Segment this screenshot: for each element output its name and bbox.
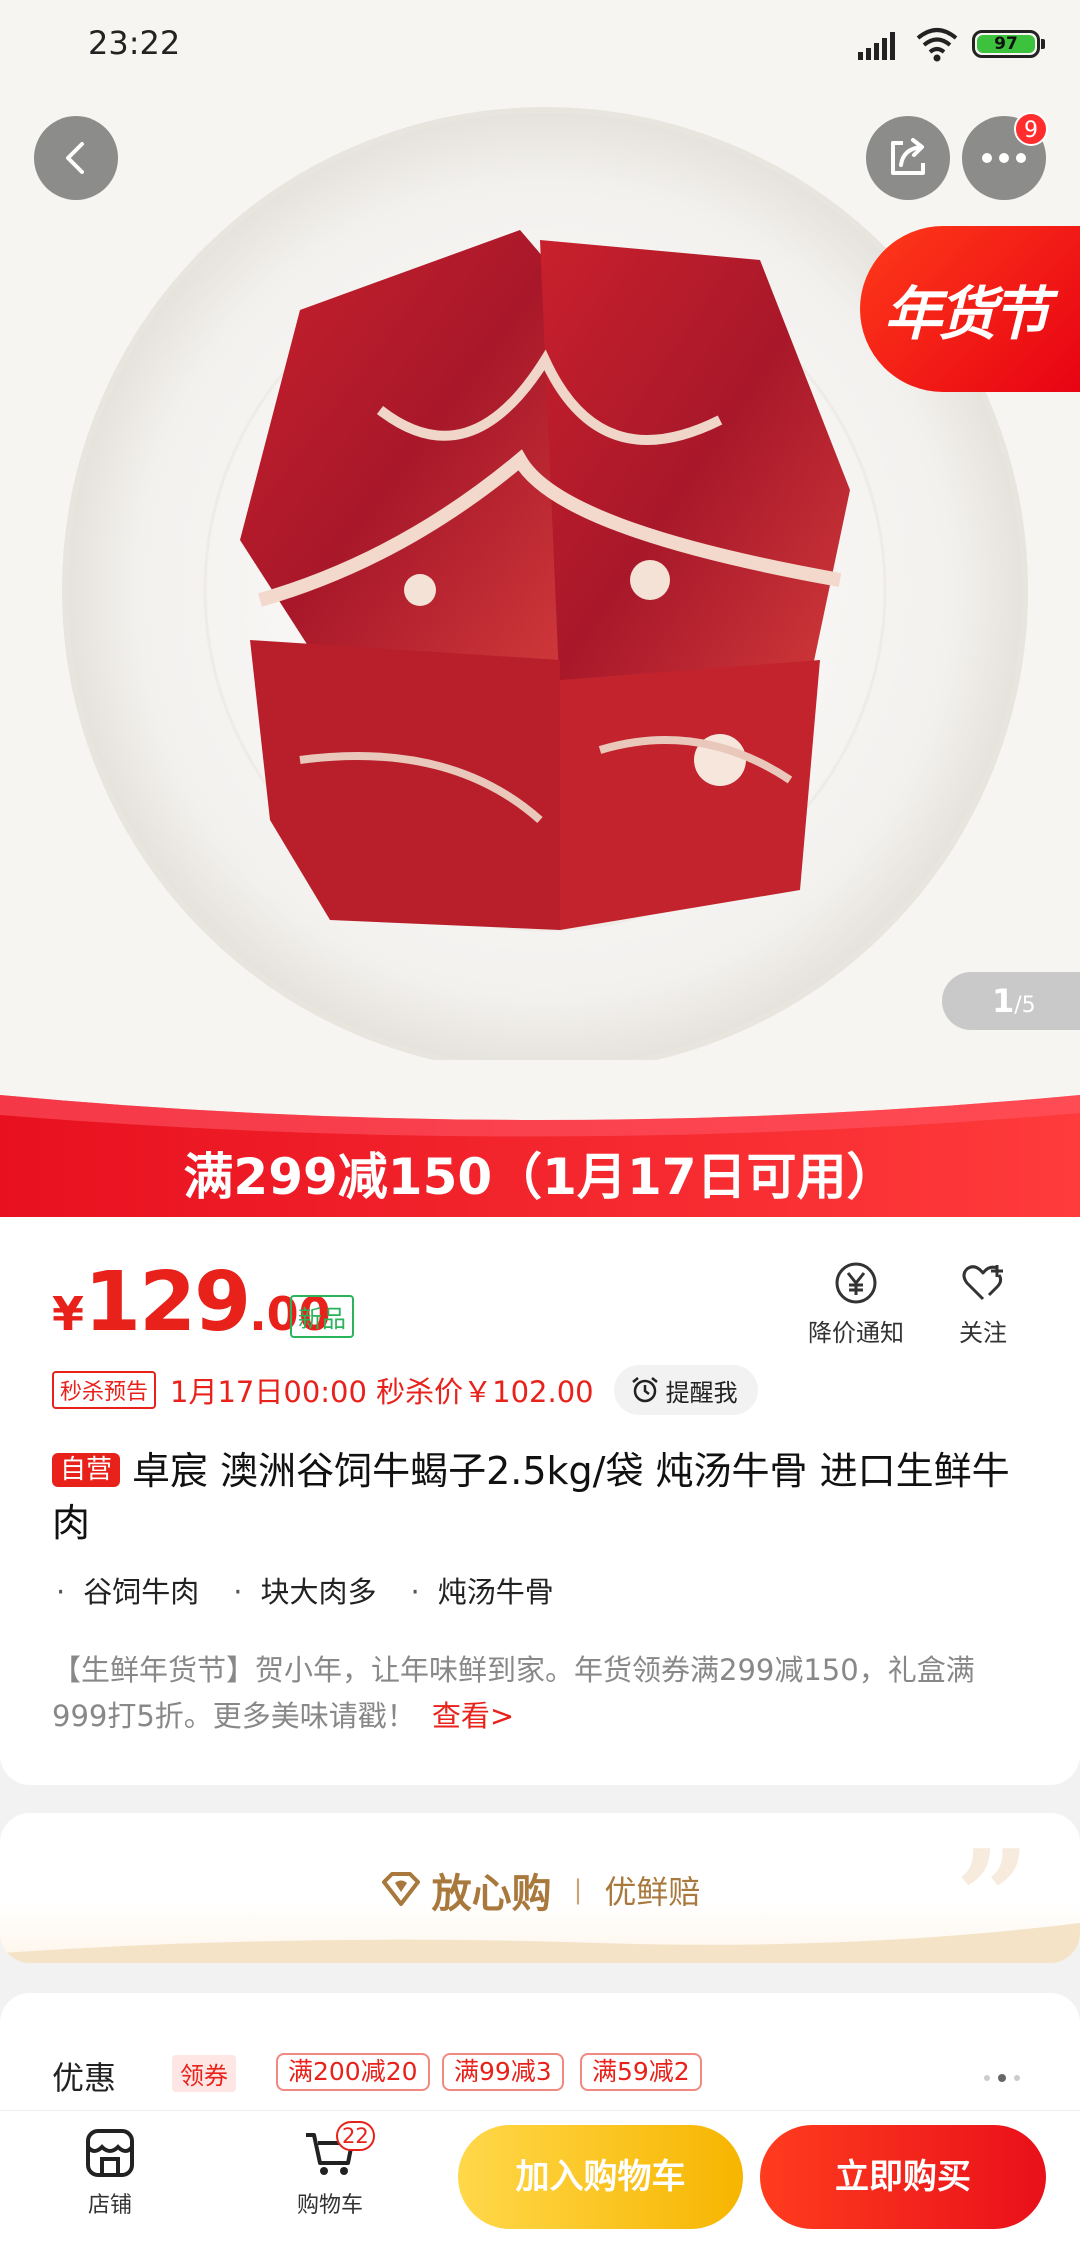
buy-now-button[interactable]: 立即购买 [760,2125,1046,2229]
promo-banner[interactable]: 满299减150（1月17日可用） [0,1085,1080,1217]
status-time: 23:22 [88,24,181,62]
flash-sale-text: 1月17日00:00 秒杀价￥102.00 [170,1375,594,1409]
coupon-chip[interactable]: 满59减2 [580,2053,702,2091]
back-button[interactable] [34,116,118,200]
promo-banner-text: 满299减150（1月17日可用） [183,1148,897,1206]
flash-sale-tag: 秒杀预告 [52,1371,157,1409]
assurance-card[interactable]: ” 放心购 | 优鲜赔 [0,1813,1080,1963]
remind-me-button[interactable]: 提醒我 [613,1365,758,1415]
product-photo [62,107,1028,1060]
coupon-card[interactable]: 优惠 领券 满200减20 满99减3 满59减2 [0,1993,1080,2113]
price-drop-alert-label: 降价通知 [808,1319,904,1347]
coupon-chip[interactable]: 满99减3 [442,2053,564,2091]
image-counter-total: /5 [1014,993,1036,1018]
follow-label: 关注 [959,1319,1007,1347]
remind-me-label: 提醒我 [665,1378,738,1407]
price: ¥129.00 [52,1255,331,1350]
pagination-dot [1014,2075,1020,2081]
pagination-dot [984,2075,990,2081]
share-button[interactable] [866,116,950,200]
new-product-tag: 新品 [290,1295,354,1338]
view-more-link[interactable]: 查看> [432,1699,514,1733]
cart-count-badge: 22 [336,2121,375,2151]
product-title-text: 卓宸 澳洲谷饲牛蝎子2.5kg/袋 炖汤牛骨 进口生鲜牛肉 [52,1449,1010,1545]
festival-badge-text: 年货节 [883,280,1050,348]
battery-icon: 97 [972,30,1045,58]
feature-item: 块大肉多 [233,1569,376,1611]
status-bar: 23:22 97 [0,0,1080,90]
heart-plus-icon [962,1265,1003,1301]
battery-level: 97 [977,35,1035,53]
image-counter: 1/5 [942,972,1080,1030]
price-integer: 129 [84,1255,251,1350]
cart-label: 购物车 [296,2193,363,2218]
more-dots-icon [982,153,1026,163]
pagination-dot-active [998,2074,1006,2082]
diamond-heart-icon [381,1872,420,1906]
bottom-action-bar: 店铺 22 购物车 加入购物车 立即购买 [0,2110,1080,2248]
message-count-badge: 9 [1014,112,1048,146]
price-drop-alert-button[interactable]: 降价通知 [804,1259,908,1348]
feature-list: 谷饲牛肉 块大肉多 炖汤牛骨 [56,1569,588,1611]
cart-button[interactable]: 22 购物车 [290,2121,375,2219]
product-title: 自营 卓宸 澳洲谷饲牛蝎子2.5kg/袋 炖汤牛骨 进口生鲜牛肉 [52,1445,1032,1549]
promo-description: 【生鲜年货节】贺小年，让年味鲜到家。年货领券满299减150，礼盒满999打5折… [52,1647,1028,1739]
store-label: 店铺 [87,2193,132,2218]
more-button[interactable]: 9 [962,112,1048,200]
yen-bell-icon [835,1262,877,1304]
wave-decoration [0,1923,1080,1963]
claim-coupon-tag[interactable]: 领券 [172,2055,236,2092]
add-to-cart-button[interactable]: 加入购物车 [458,2125,743,2229]
signal-icon [858,32,895,60]
wifi-icon [916,28,958,62]
price-currency: ¥ [52,1287,85,1341]
self-operated-tag: 自营 [52,1453,121,1487]
assurance-separator: | [573,1875,583,1905]
product-info-card: ¥129.00 新品 降价通知 关注 秒杀预告 1月17日00:00 秒杀价￥1… [0,1217,1080,1785]
back-arrow-icon [66,142,84,174]
festival-badge[interactable]: 年货节 [860,226,1080,392]
follow-button[interactable]: 关注 [950,1259,1016,1348]
coupon-label: 优惠 [52,2059,117,2097]
assurance-title: 放心购 [431,1871,552,1917]
assurance-content: 放心购 | 优鲜赔 [0,1861,1080,1919]
store-icon [86,2129,134,2177]
image-counter-current: 1 [992,982,1015,1020]
assurance-subtitle: 优鲜赔 [604,1873,701,1911]
store-button[interactable]: 店铺 [80,2127,140,2219]
share-icon [891,138,925,175]
alarm-clock-icon [631,1377,658,1403]
product-image-gallery[interactable]: 9 年货节 1/5 [0,0,1080,1085]
feature-item: 谷饲牛肉 [56,1569,199,1611]
coupon-chip[interactable]: 满200减20 [276,2053,430,2091]
feature-item: 炖汤牛骨 [410,1569,554,1611]
flash-sale-row: 秒杀预告 1月17日00:00 秒杀价￥102.00 提醒我 [52,1365,758,1415]
pagination-dots [984,2074,1020,2082]
